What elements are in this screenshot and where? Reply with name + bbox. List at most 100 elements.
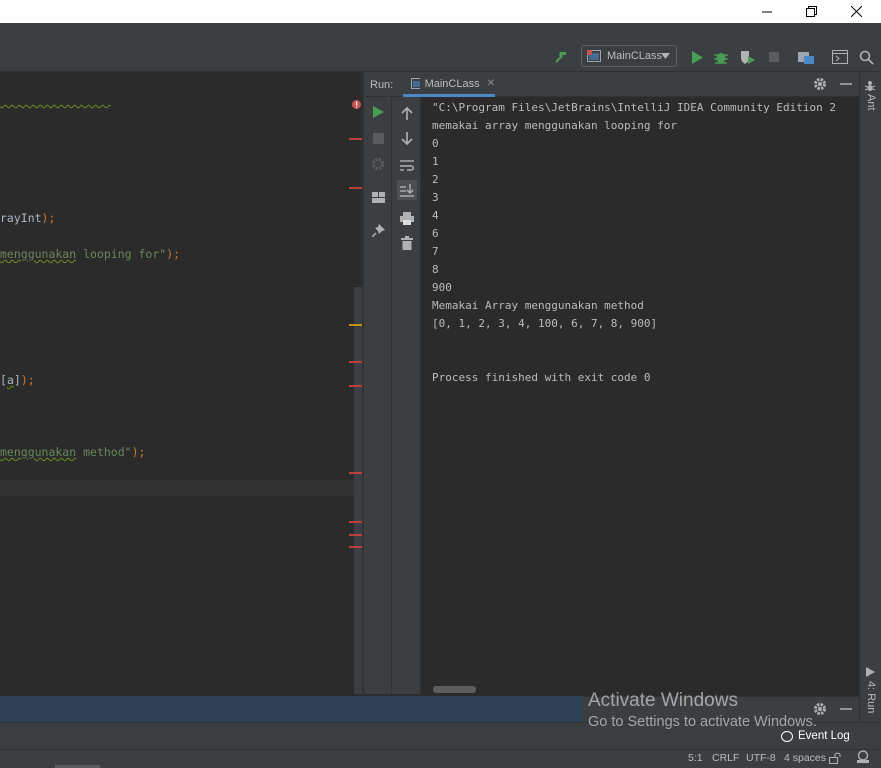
run-icon [866,667,875,677]
print-button[interactable] [398,209,416,227]
layout-icon [371,191,385,203]
run-settings-button[interactable] [811,75,829,93]
code-line: [a]); [0,373,35,387]
caret-position[interactable]: 5:1 [688,752,703,764]
run-tab-label: MainCLass [424,77,480,90]
run-icon [372,106,384,118]
terminal-button[interactable] [831,48,849,66]
pin-icon [371,223,385,237]
print-icon [400,211,414,225]
console-line: 1 [432,155,439,168]
bottom-tool-window-active[interactable] [0,696,582,722]
error-marker[interactable] [349,138,362,140]
error-marker[interactable] [349,521,362,523]
soft-wrap-button[interactable] [398,156,416,174]
ant-icon [864,81,876,91]
error-marker[interactable] [349,187,362,189]
minimize-button[interactable] [744,0,790,23]
code-line: rayInt); [0,211,56,225]
run-panel-label: Run: [370,79,394,91]
console-line: Process finished with exit code 0 [432,371,651,384]
error-indicator-icon[interactable] [352,99,361,110]
rerun-button[interactable] [369,103,387,121]
previous-occurrence-button[interactable] [398,104,416,122]
project-structure-button[interactable] [797,48,815,66]
console-line: 7 [432,245,439,258]
console-line: "C:\Program Files\JetBrains\IntelliJ IDE… [432,101,836,114]
stop-icon [372,132,384,144]
next-occurrence-button[interactable] [398,130,416,148]
debug-gear-icon [372,158,384,170]
stop-button[interactable] [369,129,387,147]
activate-windows-subtitle: Go to Settings to activate Windows. [588,714,817,730]
right-tool-stripe [859,72,881,722]
unlock-icon [829,752,841,764]
debug-button[interactable] [712,48,730,66]
run-tool-button[interactable]: 4: Run [862,664,879,718]
code-line: menggunakan looping for"); [0,247,181,261]
console-horizontal-scrollbar[interactable] [433,686,476,693]
bottom-hide-button[interactable] [837,700,855,718]
event-log-icon [781,730,793,742]
trash-icon [401,236,413,250]
indent-setting[interactable]: 4 spaces [784,752,826,764]
bug-icon [714,53,728,64]
console-line: [0, 1, 2, 3, 4, 100, 6, 7, 8, 900] [432,317,658,330]
ant-tool-label: Ant [865,94,877,111]
terminal-icon [832,50,848,64]
console-line: 2 [432,173,439,186]
console-line: memakai array menggunakan looping for [432,119,678,132]
console-line: 6 [432,227,439,240]
read-only-toggle[interactable] [828,750,842,766]
search-button[interactable] [857,48,875,66]
inspector-icon [857,750,869,763]
stop-icon [769,52,779,62]
console-line: 0 [432,137,439,150]
line-separator[interactable]: CRLF [712,752,739,764]
file-encoding[interactable]: UTF-8 [746,752,776,764]
restore-button[interactable] [788,0,834,23]
close-button[interactable] [833,0,879,23]
project-structure-icon [798,52,814,64]
run-console-output[interactable] [422,97,859,694]
hector-inspector-button[interactable] [855,749,871,765]
error-marker[interactable] [349,534,362,536]
code-line-partial [0,92,111,106]
arrow-down-icon [401,132,413,146]
current-line-highlight [0,480,362,496]
activate-windows-title: Activate Windows [588,690,738,711]
console-line: Memakai Array menggunakan method [432,299,644,312]
activate-windows-watermark: Activate Windows Go to Settings to activ… [588,689,817,732]
run-button[interactable] [688,48,706,66]
run-tab-mainclass[interactable]: MainCLass ✕ [403,73,495,97]
java-config-icon [587,50,601,62]
console-line: 3 [432,191,439,204]
restore-icon [805,6,817,17]
run-config-select[interactable]: MainCLass [581,45,677,67]
debug-settings-button[interactable] [369,155,387,173]
error-marker[interactable] [349,546,362,548]
run-config-label: MainCLass [607,50,663,62]
restore-layout-button[interactable] [369,188,387,206]
ant-tool-button[interactable]: Ant [862,78,879,118]
minimize-panel-icon [840,708,852,710]
build-hammer-icon[interactable] [552,48,570,66]
pin-tab-button[interactable] [369,221,387,239]
error-marker[interactable] [349,472,362,474]
run-with-coverage-button[interactable] [738,48,756,66]
editor-scrollbar[interactable] [354,287,362,694]
minimize-panel-icon [840,83,852,85]
code-editor[interactable]: rayInt); menggunakan looping for"); [a])… [0,97,362,694]
stop-button[interactable] [765,48,783,66]
hide-panel-button[interactable] [837,75,855,93]
close-tab-icon[interactable]: ✕ [487,78,495,89]
scroll-to-end-button[interactable] [397,180,417,200]
error-marker[interactable] [349,385,362,387]
warning-marker[interactable] [349,324,362,326]
clear-all-button[interactable] [398,234,416,252]
scroll-to-end-icon [400,183,414,197]
code-line: menggunakan method"); [0,445,146,459]
run-config-tab-icon [411,78,420,89]
console-line: 4 [432,209,439,222]
error-marker[interactable] [349,361,362,363]
